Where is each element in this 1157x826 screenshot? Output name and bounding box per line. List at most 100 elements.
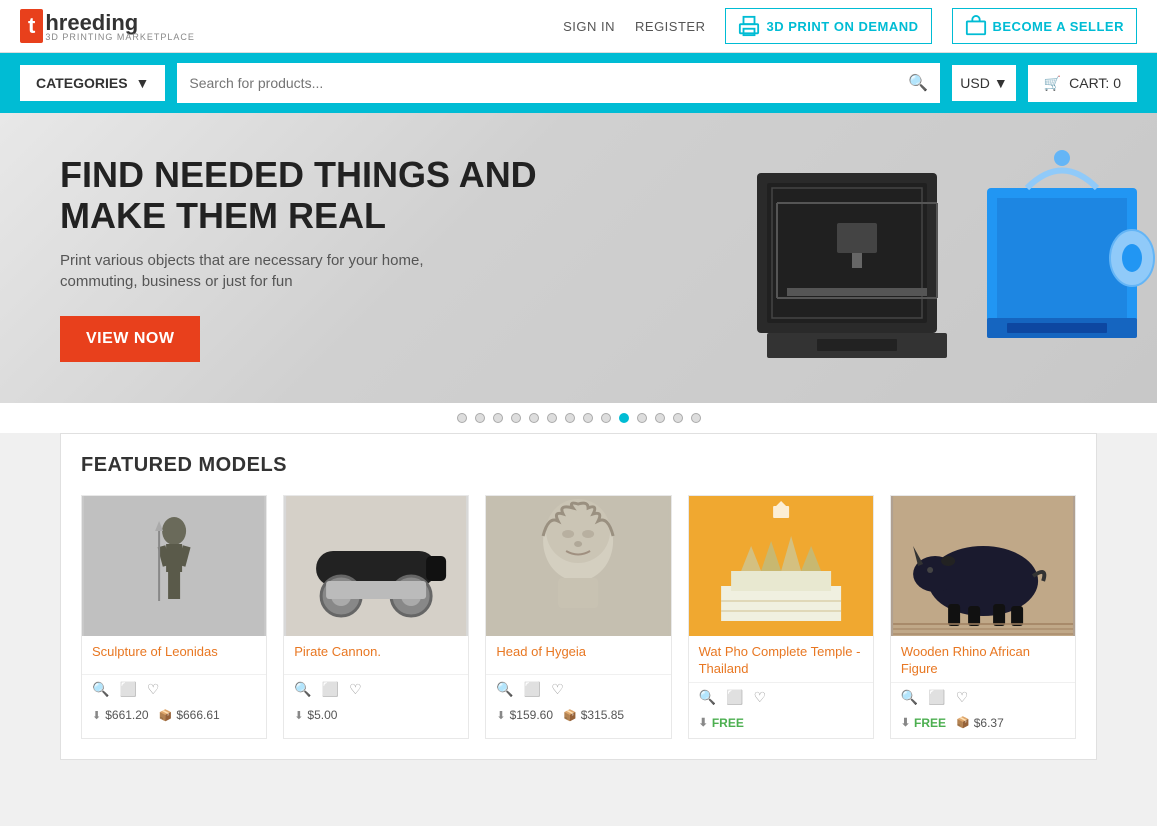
currency-selector[interactable]: USD ▼: [952, 65, 1015, 101]
header: t hreeding 3D PRINTING MARKETPLACE SIGN …: [0, 0, 1157, 53]
product-prices-hygeia: ⬇ $159.60 📦 $315.85: [486, 704, 670, 730]
product-image-cannon: [284, 496, 468, 636]
download-arrow-icon-temple: ⬇: [699, 716, 708, 729]
print-price-hygeia: 📦 $315.85: [563, 708, 624, 722]
heart-icon-temple[interactable]: ♡: [753, 689, 766, 706]
printer-blue-image: [977, 148, 1157, 368]
product-name-hygeia: Head of Hygeia: [486, 636, 670, 674]
product-card-cannon[interactable]: Pirate Cannon. 🔍 ⬜ ♡ ⬇ $5.00: [283, 495, 469, 739]
hero-subtitle: Print various objects that are necessary…: [60, 250, 460, 292]
search-icon: 🔍: [908, 73, 928, 93]
logo-icon: t: [20, 9, 43, 43]
product-prices-cannon: ⬇ $5.00: [284, 704, 468, 730]
download-arrow-icon-cannon: ⬇: [294, 709, 303, 722]
product-actions-temple: 🔍 ⬜ ♡: [689, 682, 873, 712]
printer-black-image: [737, 143, 977, 373]
frame-icon-rhino[interactable]: ⬜: [928, 689, 945, 706]
products-grid: Sculpture of Leonidas 🔍 ⬜ ♡ ⬇ $661.20 📦 …: [81, 495, 1076, 739]
heart-icon-cannon[interactable]: ♡: [349, 681, 362, 698]
carousel-dot-12[interactable]: [655, 413, 665, 423]
download-price-temple: ⬇ FREE: [699, 716, 744, 730]
currency-label: USD: [960, 75, 990, 91]
product-actions-hygeia: 🔍 ⬜ ♡: [486, 674, 670, 704]
carousel-dot-3[interactable]: [493, 413, 503, 423]
magnify-icon-hygeia[interactable]: 🔍: [496, 681, 513, 698]
print-icon-hygeia: 📦: [563, 709, 577, 722]
logo[interactable]: t hreeding 3D PRINTING MARKETPLACE: [20, 9, 195, 43]
frame-icon-cannon[interactable]: ⬜: [322, 681, 339, 698]
magnify-icon-temple[interactable]: 🔍: [699, 689, 716, 706]
magnify-icon-rhino[interactable]: 🔍: [901, 689, 918, 706]
currency-chevron-icon: ▼: [994, 75, 1008, 91]
printer-icon: [738, 15, 760, 37]
cart-button[interactable]: 🛒 CART: 0: [1028, 65, 1137, 102]
frame-icon-temple[interactable]: ⬜: [726, 689, 743, 706]
product-image-leonidas: [82, 496, 266, 636]
seller-icon: [965, 15, 987, 37]
product-prices-leonidas: ⬇ $661.20 📦 $666.61: [82, 704, 266, 730]
magnify-icon-leonidas[interactable]: 🔍: [92, 681, 109, 698]
product-image-hygeia: [486, 496, 670, 636]
download-arrow-icon: ⬇: [92, 709, 101, 722]
carousel-dot-7[interactable]: [565, 413, 575, 423]
frame-icon-leonidas[interactable]: ⬜: [119, 681, 136, 698]
become-seller-button[interactable]: BECOME A SELLER: [952, 8, 1138, 44]
carousel-dot-11[interactable]: [637, 413, 647, 423]
categories-button[interactable]: CATEGORIES ▼: [20, 65, 165, 101]
product-image-rhino: [891, 496, 1075, 636]
product-actions-leonidas: 🔍 ⬜ ♡: [82, 674, 266, 704]
carousel-dot-14[interactable]: [691, 413, 701, 423]
hero-images: [737, 113, 1157, 403]
featured-title: FEATURED MODELS: [81, 454, 1076, 477]
logo-sub: 3D PRINTING MARKETPLACE: [45, 32, 195, 42]
download-price-leonidas: ⬇ $661.20: [92, 708, 149, 722]
download-arrow-icon-hygeia: ⬇: [496, 709, 505, 722]
product-card-temple[interactable]: Wat Pho Complete Temple - Thailand 🔍 ⬜ ♡…: [688, 495, 874, 739]
carousel-dot-10[interactable]: [619, 413, 629, 423]
frame-icon-hygeia[interactable]: ⬜: [524, 681, 541, 698]
search-bar: 🔍: [177, 63, 940, 103]
product-name-rhino: Wooden Rhino African Figure: [891, 636, 1075, 682]
hero-banner: FIND NEEDED THINGS AND MAKE THEM REAL Pr…: [0, 113, 1157, 403]
heart-icon-hygeia[interactable]: ♡: [551, 681, 564, 698]
hero-content: FIND NEEDED THINGS AND MAKE THEM REAL Pr…: [60, 154, 580, 363]
print-demand-button[interactable]: 3D PRINT ON DEMAND: [725, 8, 931, 44]
product-card-hygeia[interactable]: Head of Hygeia 🔍 ⬜ ♡ ⬇ $159.60 📦 $315.85: [485, 495, 671, 739]
header-nav: SIGN IN REGISTER 3D PRINT ON DEMAND BECO…: [563, 8, 1137, 44]
view-now-button[interactable]: VIEW NOW: [60, 316, 200, 362]
search-input[interactable]: [189, 75, 908, 91]
chevron-down-icon: ▼: [136, 75, 150, 91]
print-price-rhino: 📦 $6.37: [956, 716, 1004, 730]
toolbar: CATEGORIES ▼ 🔍 USD ▼ 🛒 CART: 0: [0, 53, 1157, 113]
hero-title: FIND NEEDED THINGS AND MAKE THEM REAL: [60, 154, 580, 237]
product-name-temple: Wat Pho Complete Temple - Thailand: [689, 636, 873, 682]
carousel-dot-9[interactable]: [601, 413, 611, 423]
carousel-dot-5[interactable]: [529, 413, 539, 423]
download-price-cannon: ⬇ $5.00: [294, 708, 337, 722]
magnify-icon-cannon[interactable]: 🔍: [294, 681, 311, 698]
heart-icon-rhino[interactable]: ♡: [956, 689, 969, 706]
register-link[interactable]: REGISTER: [635, 19, 705, 34]
download-price-hygeia: ⬇ $159.60: [496, 708, 553, 722]
product-name-leonidas: Sculpture of Leonidas: [82, 636, 266, 674]
product-actions-rhino: 🔍 ⬜ ♡: [891, 682, 1075, 712]
product-card-leonidas[interactable]: Sculpture of Leonidas 🔍 ⬜ ♡ ⬇ $661.20 📦 …: [81, 495, 267, 739]
heart-icon-leonidas[interactable]: ♡: [147, 681, 160, 698]
cart-label: CART: 0: [1069, 75, 1121, 91]
product-prices-rhino: ⬇ FREE 📦 $6.37: [891, 712, 1075, 738]
carousel-dot-8[interactable]: [583, 413, 593, 423]
print-icon-rhino: 📦: [956, 716, 970, 729]
carousel-dot-1[interactable]: [457, 413, 467, 423]
product-image-temple: [689, 496, 873, 636]
carousel-dot-4[interactable]: [511, 413, 521, 423]
carousel-dot-13[interactable]: [673, 413, 683, 423]
print-icon-leonidas: 📦: [159, 709, 173, 722]
carousel-dot-6[interactable]: [547, 413, 557, 423]
featured-section: FEATURED MODELS Sculpture o: [60, 433, 1097, 760]
sign-in-link[interactable]: SIGN IN: [563, 19, 615, 34]
categories-label: CATEGORIES: [36, 75, 128, 91]
carousel-dot-2[interactable]: [475, 413, 485, 423]
product-card-rhino[interactable]: Wooden Rhino African Figure 🔍 ⬜ ♡ ⬇ FREE…: [890, 495, 1076, 739]
download-price-rhino: ⬇ FREE: [901, 716, 946, 730]
download-arrow-icon-rhino: ⬇: [901, 716, 910, 729]
